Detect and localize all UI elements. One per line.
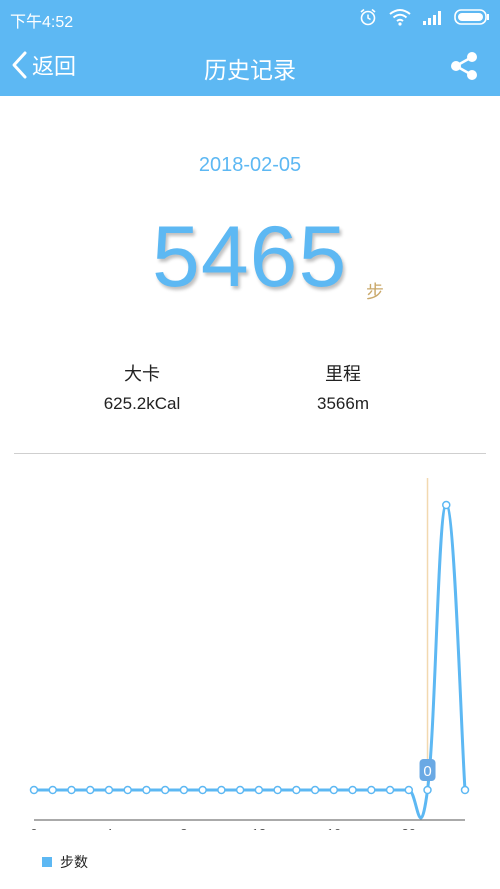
- signal-icon: [423, 11, 441, 25]
- battery-icon: [454, 9, 489, 25]
- highlight-value: 0: [423, 763, 431, 780]
- data-point-17: [348, 785, 357, 795]
- x-tick-label-4: 4: [105, 826, 112, 830]
- chevron-left-icon: [12, 51, 27, 79]
- x-tick-label-12: 12: [252, 826, 266, 830]
- alarm-icon: [360, 8, 376, 26]
- distance-label: 里程: [325, 364, 361, 384]
- data-point-6: [142, 785, 151, 795]
- divider: [14, 453, 486, 454]
- back-label: 返回: [32, 54, 77, 79]
- x-tick-label-8: 8: [180, 826, 187, 830]
- calories-stat: 大卡 625.2kCal: [67, 360, 217, 414]
- calories-label: 大卡: [124, 364, 160, 384]
- data-point-7: [160, 785, 170, 795]
- data-point-2: [67, 785, 76, 795]
- nav-bar: 返回 历史记录: [0, 34, 500, 96]
- data-point-21: [423, 785, 432, 795]
- steps-value: 5465: [152, 209, 348, 305]
- data-point-13: [273, 785, 282, 795]
- chart-legend: 步数: [42, 852, 88, 872]
- legend-label: 步数: [60, 854, 88, 870]
- wifi-icon: [389, 9, 411, 26]
- record-date: 2018-02-05: [198, 154, 302, 176]
- steps-unit: 步: [366, 282, 384, 302]
- data-point-0: [29, 785, 39, 795]
- calories-value: 625.2kCal: [103, 394, 181, 413]
- status-bar: 下午4:52: [0, 0, 500, 34]
- data-point-22: [442, 500, 451, 510]
- series-line: [33, 503, 467, 820]
- data-point-5: [123, 785, 132, 795]
- status-time: 下午4:52: [10, 14, 74, 31]
- distance-value: 3566m: [317, 394, 369, 413]
- data-point-12: [254, 785, 264, 795]
- status-icons: [358, 7, 490, 27]
- data-point-19: [385, 785, 395, 795]
- steps-chart[interactable]: 0 0 4 8 12 16 20: [0, 470, 500, 830]
- share-icon: [451, 52, 477, 80]
- data-point-11: [235, 785, 245, 795]
- data-point-16: [329, 785, 339, 795]
- data-point-4: [104, 785, 114, 795]
- data-point-10: [217, 785, 226, 795]
- data-point-18: [367, 785, 376, 795]
- data-point-1: [48, 785, 57, 795]
- data-point-23: [460, 785, 470, 795]
- x-tick-label-16: 16: [327, 826, 341, 830]
- data-point-20: [404, 785, 414, 795]
- data-point-3: [85, 785, 95, 795]
- data-point-8: [179, 785, 189, 795]
- x-tick-label-20: 20: [402, 826, 416, 830]
- distance-stat: 里程 3566m: [268, 360, 418, 414]
- x-tick-label-0: 0: [30, 826, 37, 830]
- data-point-14: [292, 785, 301, 795]
- back-button[interactable]: 返回: [10, 48, 76, 82]
- data-point-15: [310, 785, 320, 795]
- data-point-9: [198, 785, 207, 795]
- share-button[interactable]: [448, 50, 480, 82]
- legend-swatch: [42, 857, 52, 867]
